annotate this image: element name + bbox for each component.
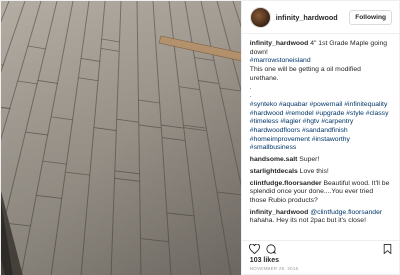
- header-username[interactable]: infinity_hardwood: [276, 13, 349, 22]
- caption-author[interactable]: infinity_hardwood: [250, 40, 309, 47]
- caption-dot: .: [249, 92, 252, 100]
- comment-mention[interactable]: @clintfudge.floorsander: [310, 209, 382, 216]
- comment-text: Super!: [299, 156, 320, 164]
- bookmark-icon: [383, 243, 392, 254]
- like-button[interactable]: [248, 243, 260, 254]
- action-bar: [241, 240, 399, 256]
- likes-count[interactable]: 103 likes: [242, 256, 399, 264]
- heart-icon: [248, 243, 260, 254]
- post-header: infinity_hardwood Following: [241, 1, 399, 34]
- caption-hashtag[interactable]: #marrowstoneisland: [250, 57, 311, 64]
- comment-text: hahaha. Hey its not 2pac but it's close!: [249, 217, 366, 225]
- comment-button[interactable]: [266, 243, 276, 254]
- post-date[interactable]: NOVEMBER 29, 2016: [242, 264, 399, 275]
- comment-text: Love this!: [299, 167, 329, 175]
- comment-author[interactable]: handsome.salt: [250, 156, 298, 163]
- caption-dot: .: [249, 83, 252, 91]
- comment-icon: [266, 243, 276, 254]
- caption-hashtags[interactable]: #synteko #aquabar #powernail #infinitequ…: [250, 101, 389, 152]
- save-button[interactable]: [383, 243, 392, 254]
- following-button[interactable]: Following: [349, 9, 392, 25]
- comment-author[interactable]: infinity_hardwood: [250, 209, 309, 216]
- comment: clintfudge.floorsander Beautiful wood. I…: [250, 180, 391, 206]
- comments-section: infinity_hardwood 4" 1st Grade Maple goi…: [242, 34, 399, 240]
- comment-author[interactable]: starlightdecals: [250, 168, 298, 175]
- comment: starlightdecals Love this!: [250, 168, 391, 177]
- post-caption: infinity_hardwood 4" 1st Grade Maple goi…: [250, 40, 391, 153]
- comment: infinity_hardwood @clintfudge.floorsande…: [250, 209, 391, 226]
- avatar[interactable]: [249, 6, 271, 28]
- comment: handsome.salt Super!: [250, 156, 391, 165]
- instagram-post: infinity_hardwood Following infinity_har…: [0, 0, 400, 275]
- wood-floor-image: [1, 1, 241, 275]
- caption-text-2: This one will be getting a oil modified …: [249, 66, 361, 82]
- post-photo[interactable]: [1, 1, 241, 275]
- comment-author[interactable]: clintfudge.floorsander: [250, 180, 322, 187]
- post-sidebar: infinity_hardwood Following infinity_har…: [240, 1, 399, 275]
